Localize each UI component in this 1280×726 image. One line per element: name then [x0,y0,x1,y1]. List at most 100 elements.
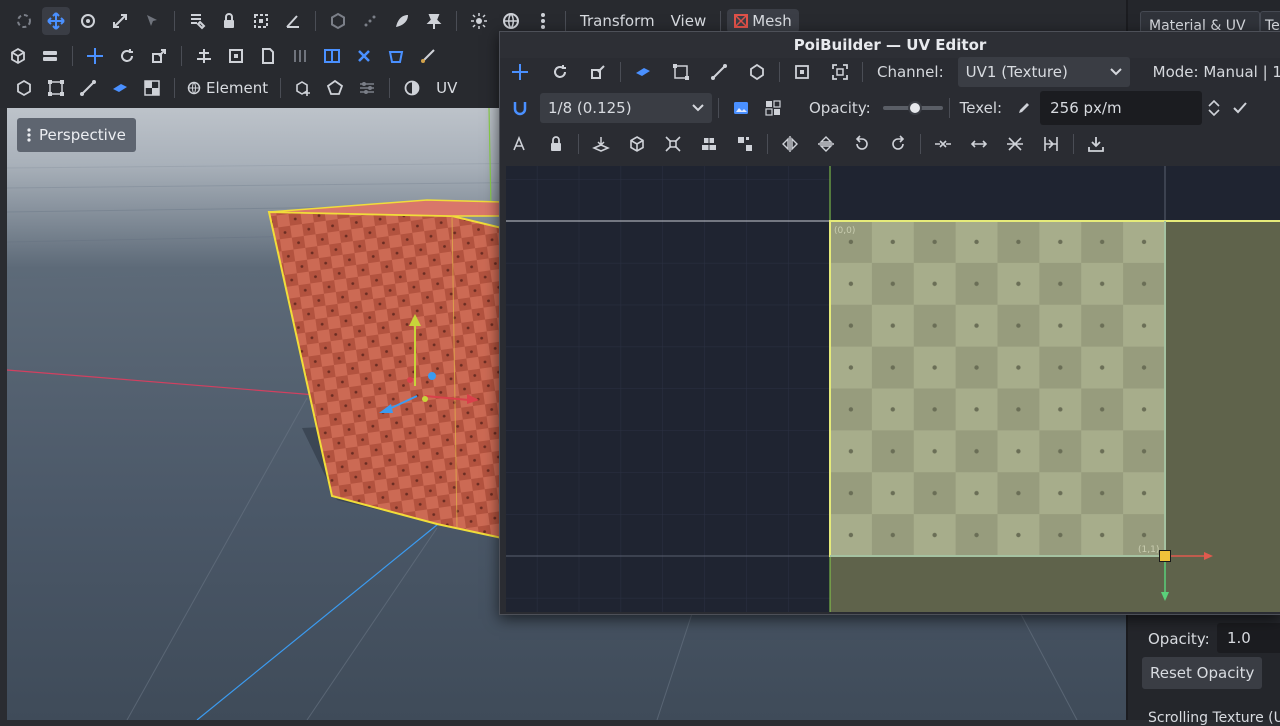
uv-island-icon[interactable] [743,58,771,86]
chevron-down-icon [692,104,704,112]
opacity-label: Opacity: [1148,630,1210,648]
uv-lock-icon[interactable] [542,130,570,158]
scale-icon[interactable] [145,42,173,70]
slider-thumb[interactable] [907,101,922,115]
element-mode-button[interactable]: Element [181,79,274,97]
uv-grid: (0,0) (1,1) [506,166,1280,612]
mesh-icon [734,14,749,28]
rotate-tool-icon[interactable] [74,7,102,35]
opacity-slider[interactable] [882,100,943,116]
pin-icon[interactable] [420,7,448,35]
uv-face-select-icon[interactable] [629,58,657,86]
uv-toolbar-row-3 [504,126,1112,162]
rotate-cw-icon[interactable] [884,130,912,158]
flip-vertical-icon[interactable] [812,130,840,158]
solid-cube-icon[interactable] [10,74,38,102]
vertex-select-icon[interactable] [42,74,70,102]
scatter-icon[interactable] [1001,130,1029,158]
align-icon[interactable] [190,42,218,70]
menu-transform[interactable]: Transform [572,12,663,30]
project-plane-icon[interactable] [587,130,615,158]
toolbar-row-2 [2,38,444,74]
menu-mesh[interactable]: Mesh [727,9,799,33]
uv-scale-icon[interactable] [584,58,612,86]
mode-label: Mode: Manual | 1 [1152,63,1280,81]
uv-toolbar-row-1: Channel: UV1 (Texture) Mode: Manual | 1 [504,54,1280,90]
particles-icon[interactable] [356,7,384,35]
object-mode-icon[interactable] [324,7,352,35]
move-tool-icon[interactable] [42,7,70,35]
texel-spinner[interactable] [1208,99,1220,117]
weld-icon[interactable] [929,130,957,158]
split-view-icon[interactable] [318,42,346,70]
sliders-icon[interactable] [353,74,381,102]
channel-label: Channel: [877,63,944,81]
scale-tool-icon[interactable] [106,7,134,35]
uv-corner-origin: (0,0) [834,226,855,236]
align-center-icon[interactable] [695,130,723,158]
transform-pivot-icon[interactable] [10,7,38,35]
opacity-field[interactable]: 1.0 [1217,623,1280,653]
shading-icon[interactable] [398,74,426,102]
uv-frame-icon[interactable] [788,58,816,86]
export-download-icon[interactable] [1082,130,1110,158]
frame-icon[interactable] [222,42,250,70]
pencil-icon[interactable] [1010,94,1038,122]
uv-canvas[interactable]: (0,0) (1,1) [506,166,1280,612]
stretch-icon[interactable] [965,130,993,158]
page-icon[interactable] [254,42,282,70]
menu-view[interactable]: View [663,12,715,30]
image-icon[interactable] [727,94,755,122]
chevron-down-icon[interactable] [1208,109,1220,117]
edge-select-icon[interactable] [74,74,102,102]
cube-icon[interactable] [4,42,32,70]
lock-icon[interactable] [215,7,243,35]
project-cube-icon[interactable] [623,130,651,158]
apply-check-icon[interactable] [1226,94,1254,122]
checker-icon[interactable] [138,74,166,102]
chevron-up-icon[interactable] [1208,99,1220,107]
uv-corner-end: (1,1) [1138,545,1159,555]
auto-text-icon[interactable] [506,130,534,158]
pack-islands-icon[interactable] [731,130,759,158]
align-edge-icon[interactable] [1037,130,1065,158]
uv-edge-select-icon[interactable] [705,58,733,86]
rotate-ccw-icon[interactable] [848,130,876,158]
angle-snap-icon[interactable] [279,7,307,35]
add-cube-icon[interactable] [289,74,317,102]
uv-fit-icon[interactable] [826,58,854,86]
fit-bounds-icon[interactable] [659,130,687,158]
uv-editor-window: PoiBuilder — UV Editor Channel: UV1 (Tex… [499,31,1280,615]
snap-grid-icon[interactable] [247,7,275,35]
uv-unwrap-icon[interactable] [506,94,534,122]
element-mode-icon [187,81,201,95]
texel-field[interactable]: 256 px/m [1040,91,1203,125]
hamburger-icon[interactable] [36,42,64,70]
light-icon[interactable] [465,7,493,35]
uv-mode-button[interactable]: UV [428,79,465,97]
reset-opacity-button[interactable]: Reset Opacity [1142,657,1263,689]
pentagon-icon[interactable] [321,74,349,102]
uv-rotate-icon[interactable] [546,58,574,86]
channel-select[interactable]: UV1 (Texture) [957,57,1130,87]
checker-toggle-icon[interactable] [759,94,787,122]
select-cursor-icon[interactable] [138,7,166,35]
uv-island[interactable] [830,221,1165,556]
bucket-icon[interactable] [382,42,410,70]
uv-toolbar-row-2: 1/8 (0.125) Opacity: Texel: 256 px/m [504,90,1256,126]
uv-vertex-select-icon[interactable] [667,58,695,86]
chevron-down-icon [1109,68,1122,76]
flip-horizontal-icon[interactable] [776,130,804,158]
uv-vertex-handle[interactable] [1159,550,1171,562]
uv-move-icon[interactable] [506,58,534,86]
knife-icon[interactable] [414,42,442,70]
grid-snap-select[interactable]: 1/8 (0.125) [540,93,712,123]
cross-icon[interactable] [350,42,378,70]
face-select-icon[interactable] [106,74,134,102]
paint-leaf-icon[interactable] [388,7,416,35]
move-icon[interactable] [81,42,109,70]
layers-edit-icon[interactable] [183,7,211,35]
columns-icon[interactable] [286,42,314,70]
rotate-icon[interactable] [113,42,141,70]
perspective-button[interactable]: Perspective [17,118,136,152]
